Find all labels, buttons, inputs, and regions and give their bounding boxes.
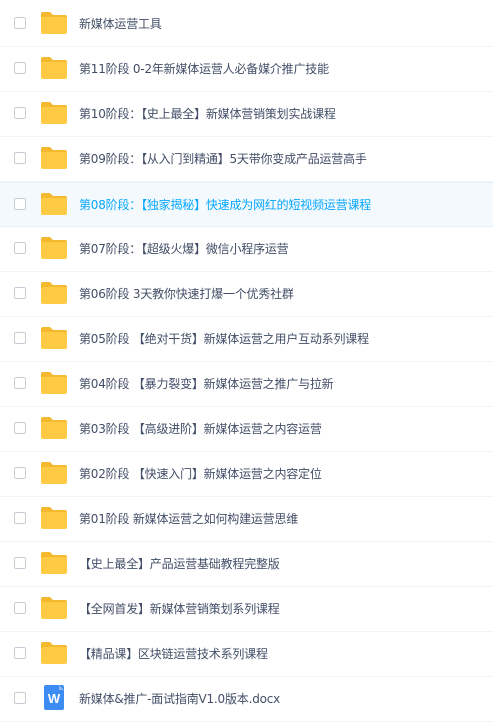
row-checkbox[interactable] — [14, 287, 26, 299]
row-checkbox[interactable] — [14, 557, 26, 569]
file-name[interactable]: 新媒体&推广-面试指南V1.0版本.docx — [79, 677, 280, 721]
file-name[interactable]: 第06阶段 3天教你快速打爆一个优秀社群 — [79, 272, 294, 316]
folder-icon[interactable] — [40, 371, 68, 395]
folder-row[interactable]: 第08阶段：【独家揭秘】快速成为网红的短视频运营课程 — [0, 182, 493, 227]
file-name[interactable]: 【全网首发】新媒体营销策划系列课程 — [79, 587, 280, 631]
file-name[interactable]: 【精品课】区块链运营技术系列课程 — [79, 632, 268, 676]
folder-row[interactable]: 新媒体运营工具 — [0, 2, 493, 47]
folder-icon[interactable] — [40, 281, 68, 305]
folder-icon[interactable] — [40, 596, 68, 620]
row-checkbox[interactable] — [14, 377, 26, 389]
row-checkbox[interactable] — [14, 17, 26, 29]
file-name[interactable]: 第04阶段 【暴力裂变】新媒体运营之推广与拉新 — [79, 362, 334, 406]
folder-icon[interactable] — [40, 101, 68, 125]
folder-icon[interactable] — [40, 551, 68, 575]
folder-icon[interactable] — [40, 461, 68, 485]
row-checkbox[interactable] — [14, 692, 26, 704]
row-checkbox[interactable] — [14, 332, 26, 344]
file-name[interactable]: 第08阶段：【独家揭秘】快速成为网红的短视频运营课程 — [79, 183, 371, 227]
file-name[interactable]: 【史上最全】产品运营基础教程完整版 — [79, 542, 280, 586]
word-doc-letter: W — [48, 691, 61, 706]
row-checkbox[interactable] — [14, 107, 26, 119]
file-name[interactable]: 第01阶段 新媒体运营之如何构建运营思维 — [79, 497, 298, 541]
row-checkbox[interactable] — [14, 647, 26, 659]
folder-icon[interactable] — [40, 11, 68, 35]
file-name[interactable]: 第02阶段 【快速入门】新媒体运营之内容定位 — [79, 452, 322, 496]
folder-icon[interactable] — [40, 236, 68, 260]
folder-row[interactable]: 第03阶段 【高级进阶】新媒体运营之内容运营 — [0, 407, 493, 452]
file-name[interactable]: 第11阶段 0-2年新媒体运营人必备媒介推广技能 — [79, 47, 329, 91]
file-list: 新媒体运营工具 第11阶段 0-2年新媒体运营人必备媒介推广技能 第10阶段：【史上… — [0, 0, 493, 722]
folder-icon[interactable] — [40, 326, 68, 350]
folder-row[interactable]: 第04阶段 【暴力裂变】新媒体运营之推广与拉新 — [0, 362, 493, 407]
folder-row[interactable]: 第02阶段 【快速入门】新媒体运营之内容定位 — [0, 452, 493, 497]
file-name[interactable]: 第05阶段 【绝对干货】新媒体运营之用户互动系列课程 — [79, 317, 369, 361]
folder-row[interactable]: 第05阶段 【绝对干货】新媒体运营之用户互动系列课程 — [0, 317, 493, 362]
folder-icon[interactable] — [40, 506, 68, 530]
folder-row[interactable]: 【精品课】区块链运营技术系列课程 — [0, 632, 493, 677]
word-doc-icon[interactable]: W — [40, 685, 68, 710]
row-checkbox[interactable] — [14, 242, 26, 254]
file-name[interactable]: 新媒体运营工具 — [79, 2, 162, 46]
folder-icon[interactable] — [40, 146, 68, 170]
folder-icon[interactable] — [40, 56, 68, 80]
file-name[interactable]: 第03阶段 【高级进阶】新媒体运营之内容运营 — [79, 407, 322, 451]
row-checkbox[interactable] — [14, 198, 26, 210]
folder-row[interactable]: 第11阶段 0-2年新媒体运营人必备媒介推广技能 — [0, 47, 493, 92]
file-row[interactable]: W 新媒体&推广-面试指南V1.0版本.docx — [0, 677, 493, 722]
file-name[interactable]: 第09阶段：【从入门到精通】5天带你变成产品运营高手 — [79, 137, 367, 181]
folder-row[interactable]: 第09阶段：【从入门到精通】5天带你变成产品运营高手 — [0, 137, 493, 182]
row-checkbox[interactable] — [14, 422, 26, 434]
folder-row[interactable]: 第07阶段：【超级火爆】微信小程序运营 — [0, 227, 493, 272]
folder-row[interactable]: 第06阶段 3天教你快速打爆一个优秀社群 — [0, 272, 493, 317]
file-name[interactable]: 第07阶段：【超级火爆】微信小程序运营 — [79, 227, 289, 271]
folder-row[interactable]: 第01阶段 新媒体运营之如何构建运营思维 — [0, 497, 493, 542]
row-checkbox[interactable] — [14, 467, 26, 479]
folder-row[interactable]: 【史上最全】产品运营基础教程完整版 — [0, 542, 493, 587]
folder-icon[interactable] — [40, 192, 68, 216]
folder-icon[interactable] — [40, 416, 68, 440]
file-name[interactable]: 第10阶段：【史上最全】新媒体营销策划实战课程 — [79, 92, 336, 136]
row-checkbox[interactable] — [14, 512, 26, 524]
folder-row[interactable]: 第10阶段：【史上最全】新媒体营销策划实战课程 — [0, 92, 493, 137]
row-checkbox[interactable] — [14, 602, 26, 614]
folder-row[interactable]: 【全网首发】新媒体营销策划系列课程 — [0, 587, 493, 632]
row-checkbox[interactable] — [14, 152, 26, 164]
folder-icon[interactable] — [40, 641, 68, 665]
row-checkbox[interactable] — [14, 62, 26, 74]
